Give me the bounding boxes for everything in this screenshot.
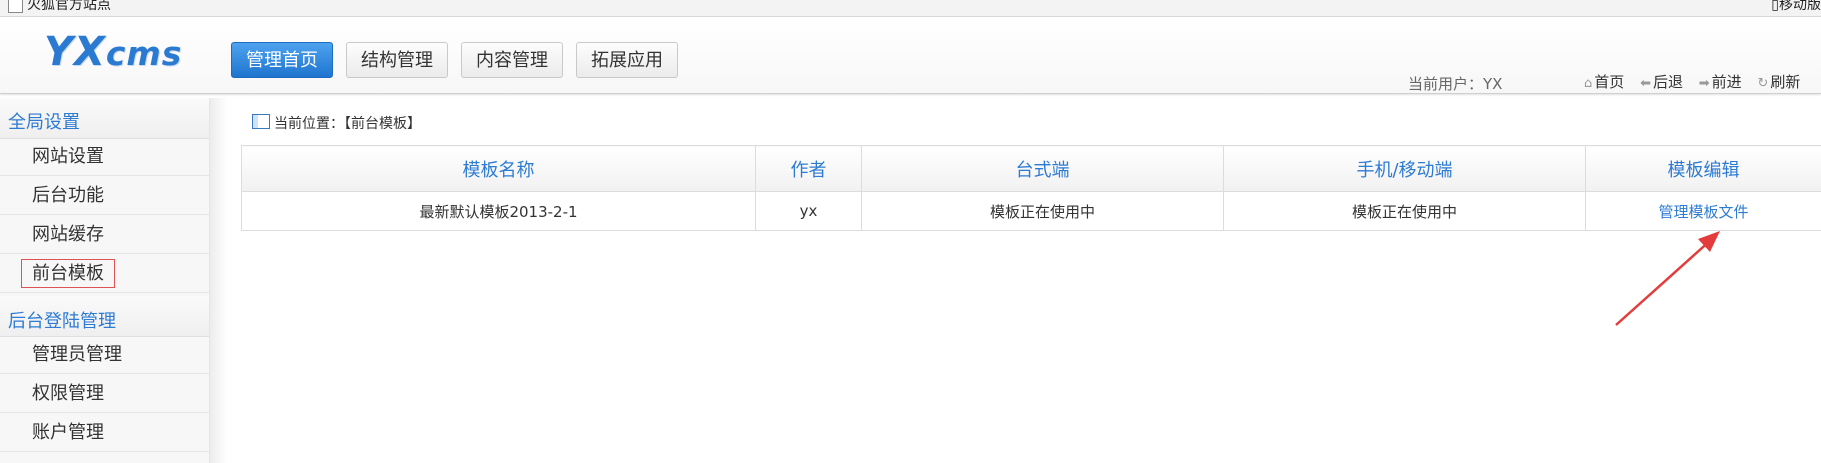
breadcrumb: 当前位置：【前台模板】 bbox=[252, 113, 421, 133]
home-icon: ⌂ bbox=[1584, 76, 1593, 91]
back-arrow-icon: ⬅ bbox=[1640, 76, 1651, 91]
sidebar-group-login[interactable]: 后台登陆管理 bbox=[8, 307, 116, 333]
yxcms-logo[interactable]: YXcms bbox=[44, 29, 182, 75]
sidebar-group-global[interactable]: 全局设置 bbox=[8, 108, 80, 134]
col-template-edit: 模板编辑 bbox=[1585, 145, 1821, 192]
col-template-name: 模板名称 bbox=[241, 145, 756, 192]
sidebar-item-site-cache[interactable]: 网站缓存 bbox=[0, 216, 209, 254]
col-author: 作者 bbox=[755, 145, 862, 192]
refresh-icon: ↻ bbox=[1757, 76, 1769, 91]
refresh-tool[interactable]: ↻ 刷新 bbox=[1757, 71, 1800, 92]
author-cell: yx bbox=[755, 191, 862, 231]
template-table: 模板名称 作者 台式端 手机/移动端 模板编辑 最新默认模板2013-2-1 y… bbox=[241, 145, 1821, 231]
template-name-cell: 最新默认模板2013-2-1 bbox=[241, 191, 756, 231]
col-mobile: 手机/移动端 bbox=[1223, 145, 1586, 192]
sidebar-divider bbox=[210, 98, 227, 463]
col-desktop: 台式端 bbox=[861, 145, 1224, 192]
sidebar-item-admin-management[interactable]: 管理员管理 bbox=[0, 336, 209, 374]
forward-tool[interactable]: ➡ 前进 bbox=[1699, 71, 1742, 92]
bookmarks-bar: 火狐官方站点 ▯移动版 bbox=[0, 0, 1821, 17]
sidebar-item-site-settings[interactable]: 网站设置 bbox=[0, 138, 209, 176]
bookmark-firefox-site[interactable]: 火狐官方站点 bbox=[8, 0, 111, 14]
current-user: 当前用户：YX bbox=[1408, 75, 1503, 93]
nav-structure-button[interactable]: 结构管理 bbox=[346, 42, 448, 78]
top-header: YXcms 管理首页 结构管理 内容管理 拓展应用 当前用户：YX ⌂ 首页 ⬅ 后… bbox=[0, 17, 1821, 94]
nav-extensions-button[interactable]: 拓展应用 bbox=[576, 42, 678, 78]
back-tool[interactable]: ⬅ 后退 bbox=[1640, 71, 1683, 92]
mobile-status-cell[interactable]: 模板正在使用中 bbox=[1223, 191, 1586, 231]
desktop-status-cell[interactable]: 模板正在使用中 bbox=[861, 191, 1224, 231]
nav-admin-home-button[interactable]: 管理首页 bbox=[231, 42, 333, 78]
bookmark-mobile[interactable]: ▯移动版 bbox=[1771, 0, 1821, 14]
forward-arrow-icon: ➡ bbox=[1698, 76, 1710, 91]
sidebar-item-backend-functions[interactable]: 后台功能 bbox=[0, 177, 209, 215]
table-row: 最新默认模板2013-2-1 yx 模板正在使用中 模板正在使用中 管理模板文件 bbox=[241, 191, 1821, 231]
annotation-arrow-icon bbox=[1615, 231, 1720, 326]
header-tools: ⌂ 首页 ⬅ 后退 ➡ 前进 ↻ 刷新 bbox=[1584, 71, 1811, 92]
manage-template-files-link[interactable]: 管理模板文件 bbox=[1658, 203, 1748, 221]
sidebar-item-permission-management[interactable]: 权限管理 bbox=[0, 375, 209, 413]
sidebar-item-account-management[interactable]: 账户管理 bbox=[0, 414, 209, 452]
table-header-row: 模板名称 作者 台式端 手机/移动端 模板编辑 bbox=[241, 145, 1821, 192]
sidebar: 全局设置 网站设置 后台功能 网站缓存 前台模板 后台登陆管理 管理员管理 权限… bbox=[0, 98, 210, 463]
home-tool[interactable]: ⌂ 首页 bbox=[1584, 71, 1624, 92]
mobile-icon: ▯ bbox=[1771, 0, 1779, 13]
arrow-shaft bbox=[1615, 238, 1713, 326]
nav-content-button[interactable]: 内容管理 bbox=[461, 42, 563, 78]
layout-icon bbox=[252, 114, 270, 129]
sidebar-item-frontend-templates[interactable]: 前台模板 bbox=[0, 255, 209, 293]
bookmark-icon bbox=[8, 0, 23, 13]
